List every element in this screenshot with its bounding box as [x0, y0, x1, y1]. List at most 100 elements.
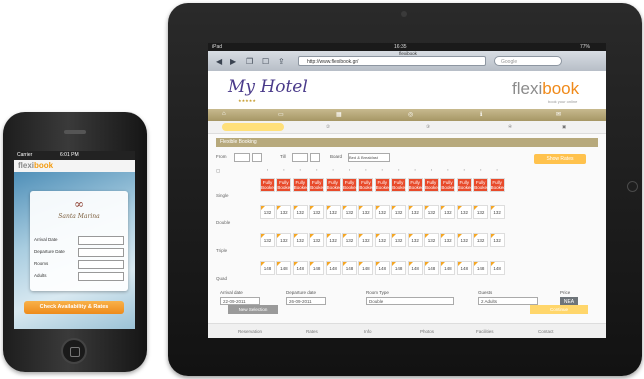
rate-cell[interactable]: 132: [440, 205, 456, 219]
calendar-icon[interactable]: ▦: [336, 111, 342, 118]
rate-cell[interactable]: 132: [292, 205, 308, 219]
forward-icon[interactable]: ▶: [230, 57, 236, 66]
rate-cell[interactable]: 148: [473, 261, 489, 275]
fully-booked-cell[interactable]: Fully Booked: [358, 178, 375, 192]
location-icon[interactable]: ◎: [408, 111, 413, 118]
home-icon[interactable]: ⌂: [222, 111, 226, 117]
fully-booked-cell[interactable]: Fully Booked: [456, 178, 473, 192]
url-bar[interactable]: http://www.flexibook.gr/: [298, 56, 486, 66]
rooms-field[interactable]: [78, 260, 124, 269]
check-availability-button[interactable]: Check Availability & Rates: [24, 301, 124, 314]
fully-booked-cell[interactable]: Fully Booked: [489, 178, 506, 192]
rate-cell[interactable]: 148: [440, 261, 456, 275]
home-button[interactable]: [61, 338, 87, 364]
board-select[interactable]: Bed & Breakfast: [348, 153, 390, 162]
rate-cell[interactable]: 148: [309, 261, 325, 275]
fully-booked-cell[interactable]: Fully Booked: [325, 178, 342, 192]
to-select[interactable]: [292, 153, 308, 162]
fully-booked-cell[interactable]: Fully Booked: [342, 178, 358, 192]
rate-cell[interactable]: 132: [276, 233, 292, 247]
rate-cell[interactable]: 148: [489, 261, 505, 275]
rate-cell[interactable]: 132: [374, 233, 390, 247]
step-1[interactable]: [222, 123, 284, 131]
bookmarks-icon[interactable]: ☐: [262, 57, 269, 66]
rate-cell[interactable]: 132: [358, 233, 374, 247]
rate-cell[interactable]: 132: [260, 205, 275, 219]
rate-cell[interactable]: 132: [342, 233, 357, 247]
arrival-date-field[interactable]: [78, 236, 124, 245]
rate-cell[interactable]: 132: [391, 233, 407, 247]
language-flag-icon[interactable]: ▣: [562, 123, 566, 131]
from-month-select[interactable]: [234, 153, 250, 162]
rate-cell[interactable]: 132: [489, 233, 505, 247]
rate-cell[interactable]: 148: [374, 261, 390, 275]
rate-cell[interactable]: 132: [407, 233, 423, 247]
from-day-select[interactable]: [252, 153, 262, 162]
new-selection-button[interactable]: New Selection: [228, 305, 278, 314]
room-type-select[interactable]: Double: [366, 297, 454, 305]
grid-header-select[interactable]: ▢: [216, 168, 256, 174]
back-icon[interactable]: ◀: [216, 57, 222, 66]
fully-booked-cell[interactable]: Fully Booked: [260, 178, 276, 192]
footer-link[interactable]: Photos: [420, 329, 434, 334]
fully-booked-cell[interactable]: Fully Booked: [440, 178, 457, 192]
fully-booked-cell[interactable]: Fully Booked: [374, 178, 391, 192]
rate-cell[interactable]: 132: [424, 233, 439, 247]
footer-link[interactable]: Contact: [538, 329, 554, 334]
footer-link[interactable]: Rates: [306, 329, 318, 334]
rate-cell[interactable]: 148: [325, 261, 341, 275]
rate-cell[interactable]: 132: [489, 205, 505, 219]
footer-link[interactable]: Facilities: [476, 329, 494, 334]
fully-booked-cell[interactable]: Fully Booked: [424, 178, 440, 192]
rate-cell[interactable]: 148: [424, 261, 439, 275]
rate-cell[interactable]: 132: [325, 205, 341, 219]
pages-icon[interactable]: ❐: [246, 57, 253, 66]
rate-cell[interactable]: 132: [456, 233, 472, 247]
rate-cell[interactable]: 132: [342, 205, 357, 219]
rate-cell[interactable]: 148: [260, 261, 275, 275]
checkin-field[interactable]: 22-09-2011: [220, 297, 260, 305]
rate-cell[interactable]: 132: [309, 205, 325, 219]
rate-cell[interactable]: 132: [260, 233, 275, 247]
rate-cell[interactable]: 132: [440, 233, 456, 247]
rate-cell[interactable]: 132: [309, 233, 325, 247]
rate-cell[interactable]: 132: [391, 205, 407, 219]
rate-cell[interactable]: 132: [325, 233, 341, 247]
rate-cell[interactable]: 148: [292, 261, 308, 275]
rate-cell[interactable]: 148: [391, 261, 407, 275]
checkout-field[interactable]: 26-09-2011: [286, 297, 326, 305]
adults-field[interactable]: [78, 272, 124, 281]
rate-cell[interactable]: 132: [424, 205, 439, 219]
fully-booked-cell[interactable]: Fully Booked: [473, 178, 489, 192]
rate-cell[interactable]: 148: [276, 261, 292, 275]
fully-booked-cell[interactable]: Fully Booked: [391, 178, 407, 192]
rate-cell[interactable]: 132: [276, 205, 292, 219]
rate-cell[interactable]: 132: [358, 205, 374, 219]
step-4[interactable]: ④: [508, 123, 512, 131]
footer-link[interactable]: Reservation: [238, 329, 262, 334]
rate-cell[interactable]: 148: [407, 261, 423, 275]
rate-cell[interactable]: 148: [358, 261, 374, 275]
departure-date-field[interactable]: [78, 248, 124, 257]
rooms-icon[interactable]: ▭: [278, 111, 284, 118]
browser-search-input[interactable]: Google: [494, 56, 562, 66]
info-icon[interactable]: ℹ: [480, 111, 482, 118]
rate-cell[interactable]: 148: [456, 261, 472, 275]
show-rates-button[interactable]: Show Rates: [534, 154, 586, 164]
rate-cell[interactable]: 132: [374, 205, 390, 219]
footer-link[interactable]: Info: [364, 329, 372, 334]
rate-cell[interactable]: 148: [342, 261, 357, 275]
continue-button[interactable]: Continue: [530, 305, 588, 314]
fully-booked-cell[interactable]: Fully Booked: [407, 178, 424, 192]
contact-icon[interactable]: ✉: [556, 111, 561, 118]
rate-cell[interactable]: 132: [456, 205, 472, 219]
fully-booked-cell[interactable]: Fully Booked: [276, 178, 293, 192]
fully-booked-cell[interactable]: Fully Booked: [309, 178, 325, 192]
rate-cell[interactable]: 132: [473, 233, 489, 247]
step-2[interactable]: ②: [326, 123, 330, 131]
step-3[interactable]: ③: [426, 123, 430, 131]
rate-cell[interactable]: 132: [292, 233, 308, 247]
rate-cell[interactable]: 132: [407, 205, 423, 219]
to-day-select[interactable]: [310, 153, 320, 162]
rate-cell[interactable]: 132: [473, 205, 489, 219]
